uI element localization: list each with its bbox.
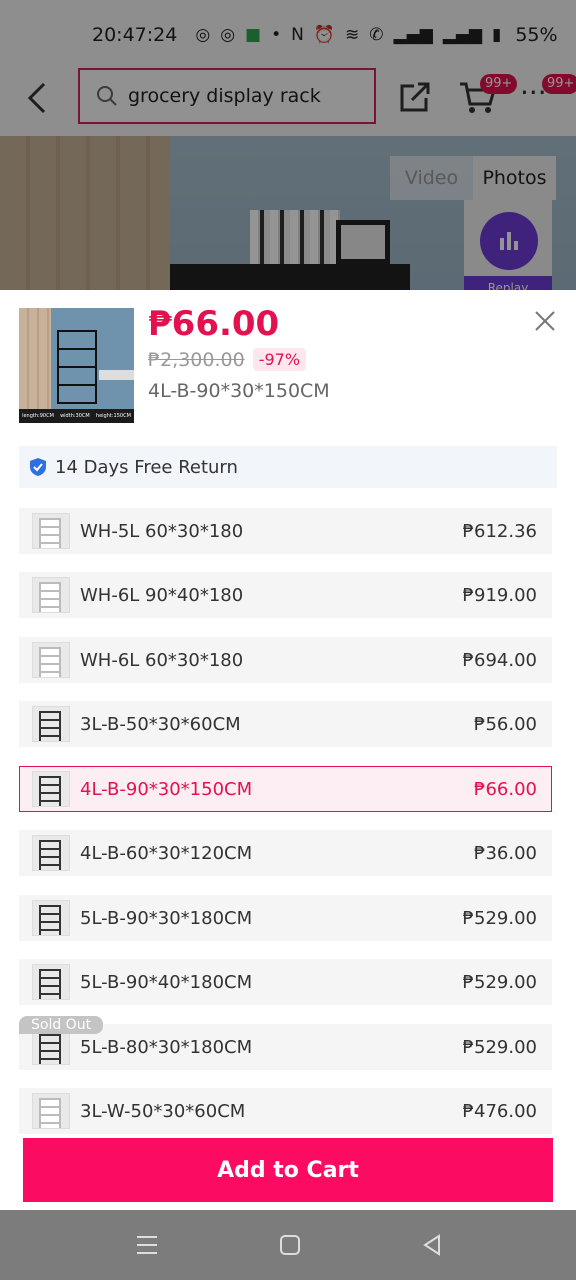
variant-thumbnail: [32, 900, 70, 936]
add-to-cart-button[interactable]: Add to Cart: [23, 1138, 553, 1202]
close-button[interactable]: [530, 306, 560, 336]
variant-name: WH-5L 60*30*180: [80, 520, 244, 542]
variant-name: WH-6L 90*40*180: [80, 584, 244, 606]
variant-name: 5L-B-90*30*180CM: [80, 907, 253, 929]
menu-icon: [137, 1236, 157, 1254]
variant-name: 4L-B-90*30*150CM: [80, 778, 253, 800]
variant-thumbnail: [32, 1093, 70, 1129]
variant-thumbnail: [32, 964, 70, 1000]
variant-thumbnail: [32, 1029, 70, 1065]
variant-name: 3L-B-50*30*60CM: [80, 713, 241, 735]
variant-name: WH-6L 60*30*180: [80, 649, 244, 671]
variant-price: ₱919.00: [462, 584, 537, 606]
home-icon: [280, 1235, 300, 1255]
variant-name: 3L-W-50*30*60CM: [80, 1100, 246, 1122]
discount-badge: -97%: [252, 348, 307, 371]
variant-price: ₱56.00: [474, 713, 537, 735]
dimension-height: height:150CM: [95, 413, 131, 419]
variant-selector-sheet: length:90CM width:30CM height:150CM ₱66.…: [0, 290, 576, 1210]
home-button[interactable]: [277, 1232, 303, 1258]
variant-option[interactable]: 4L-B-60*30*120CM ₱36.00: [19, 830, 552, 876]
variant-price: ₱66.00: [474, 778, 537, 800]
variant-option-selected[interactable]: 4L-B-90*30*150CM ₱66.00: [19, 766, 552, 812]
dimension-strip: length:90CM width:30CM height:150CM: [19, 409, 134, 423]
sold-out-badge: Sold Out: [19, 1016, 104, 1034]
variant-price: ₱694.00: [462, 649, 537, 671]
variant-option[interactable]: WH-5L 60*30*180 ₱612.36: [19, 508, 552, 554]
original-price: ₱2,300.00: [148, 348, 245, 371]
variant-price: ₱612.36: [462, 520, 537, 542]
variant-price: ₱529.00: [462, 971, 537, 993]
variant-thumbnail: [32, 577, 70, 613]
system-navigation-bar: [0, 1210, 576, 1280]
original-price-row: ₱2,300.00 -97%: [148, 348, 307, 371]
image-detail: [19, 308, 51, 423]
overlay-scrim[interactable]: [0, 0, 576, 290]
back-triangle-icon: [423, 1234, 440, 1256]
image-detail: [57, 330, 97, 404]
current-price: ₱66.00: [148, 304, 280, 344]
selected-variant-image[interactable]: length:90CM width:30CM height:150CM: [19, 308, 134, 423]
shield-check-icon: [30, 458, 46, 476]
variant-thumbnail: [32, 642, 70, 678]
return-policy-text: 14 Days Free Return: [55, 456, 238, 478]
return-policy-bar: 14 Days Free Return: [19, 446, 557, 488]
variant-option[interactable]: 3L-B-50*30*60CM ₱56.00: [19, 701, 552, 747]
variant-name: 5L-B-80*30*180CM: [80, 1036, 253, 1058]
dimension-width: width:30CM: [60, 413, 90, 419]
variant-price: ₱529.00: [462, 907, 537, 929]
variant-options-list[interactable]: WH-5L 60*30*180 ₱612.36 WH-6L 90*40*180 …: [0, 508, 576, 1138]
selected-variant-label: 4L-B-90*30*150CM: [148, 380, 330, 402]
variant-option[interactable]: 5L-B-90*40*180CM ₱529.00: [19, 959, 552, 1005]
recent-apps-button[interactable]: [134, 1232, 160, 1258]
back-nav-button[interactable]: [419, 1232, 445, 1258]
variant-thumbnail: [32, 706, 70, 742]
variant-thumbnail: [32, 513, 70, 549]
dimension-length: length:90CM: [22, 413, 54, 419]
variant-thumbnail: [32, 771, 70, 807]
variant-option[interactable]: 3L-W-50*30*60CM ₱476.00: [19, 1088, 552, 1134]
image-detail: [99, 370, 134, 380]
variant-price: ₱529.00: [462, 1036, 537, 1058]
variant-name: 5L-B-90*40*180CM: [80, 971, 253, 993]
close-icon: [535, 311, 555, 331]
variant-price: ₱476.00: [462, 1100, 537, 1122]
variant-price: ₱36.00: [474, 842, 537, 864]
variant-option[interactable]: WH-6L 90*40*180 ₱919.00: [19, 572, 552, 618]
variant-thumbnail: [32, 835, 70, 871]
variant-option[interactable]: 5L-B-90*30*180CM ₱529.00: [19, 895, 552, 941]
variant-option[interactable]: WH-6L 60*30*180 ₱694.00: [19, 637, 552, 683]
variant-name: 4L-B-60*30*120CM: [80, 842, 253, 864]
